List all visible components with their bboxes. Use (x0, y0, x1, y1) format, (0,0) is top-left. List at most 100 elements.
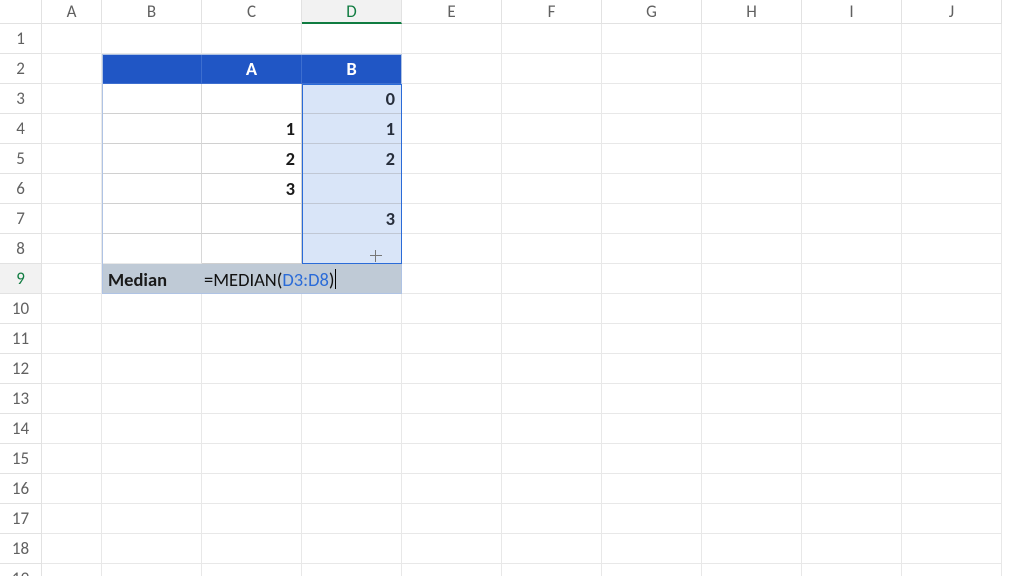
cell-H4[interactable] (702, 114, 802, 144)
row-header-2[interactable]: 2 (0, 54, 42, 84)
cell-F17[interactable] (502, 504, 602, 534)
spreadsheet[interactable]: ABCDEFGHIJ12345678910111213141516171819A… (0, 0, 1024, 576)
cell-J1[interactable] (902, 24, 1002, 54)
cell-J13[interactable] (902, 384, 1002, 414)
cell-A12[interactable] (42, 354, 102, 384)
cell-A11[interactable] (42, 324, 102, 354)
cell-D10[interactable] (302, 294, 402, 324)
cell-D19[interactable] (302, 564, 402, 576)
table-A-6[interactable]: 3 (202, 174, 302, 204)
cell-F8[interactable] (502, 234, 602, 264)
cell-I19[interactable] (802, 564, 902, 576)
cell-E2[interactable] (402, 54, 502, 84)
table-B-3[interactable]: 0 (302, 84, 402, 114)
cell-D12[interactable] (302, 354, 402, 384)
row-header-8[interactable]: 8 (0, 234, 42, 264)
cell-E1[interactable] (402, 24, 502, 54)
cell-G11[interactable] (602, 324, 702, 354)
cell-J14[interactable] (902, 414, 1002, 444)
cell-F7[interactable] (502, 204, 602, 234)
cell-J19[interactable] (902, 564, 1002, 576)
col-header-B[interactable]: B (102, 0, 202, 24)
cell-E4[interactable] (402, 114, 502, 144)
cell-I17[interactable] (802, 504, 902, 534)
table-B-8[interactable] (302, 234, 402, 264)
cell-I11[interactable] (802, 324, 902, 354)
cell-H16[interactable] (702, 474, 802, 504)
cell-J15[interactable] (902, 444, 1002, 474)
cell-H5[interactable] (702, 144, 802, 174)
table-A-7[interactable] (202, 204, 302, 234)
cell-E14[interactable] (402, 414, 502, 444)
cell-C1[interactable] (202, 24, 302, 54)
cell-I16[interactable] (802, 474, 902, 504)
cell-C19[interactable] (202, 564, 302, 576)
cell-A10[interactable] (42, 294, 102, 324)
cell-C11[interactable] (202, 324, 302, 354)
table-B-6[interactable] (302, 174, 402, 204)
cell-A9[interactable] (42, 264, 102, 294)
table-A-3[interactable] (202, 84, 302, 114)
cell-A3[interactable] (42, 84, 102, 114)
cell-J12[interactable] (902, 354, 1002, 384)
cell-H1[interactable] (702, 24, 802, 54)
cell-E6[interactable] (402, 174, 502, 204)
table-B-7[interactable]: 3 (302, 204, 402, 234)
cell-J17[interactable] (902, 504, 1002, 534)
row-header-6[interactable]: 6 (0, 174, 42, 204)
cell-G2[interactable] (602, 54, 702, 84)
cell-B1[interactable] (102, 24, 202, 54)
cell-G5[interactable] (602, 144, 702, 174)
row-header-7[interactable]: 7 (0, 204, 42, 234)
cell-H17[interactable] (702, 504, 802, 534)
cell-A6[interactable] (42, 174, 102, 204)
cell-D1[interactable] (302, 24, 402, 54)
cell-H11[interactable] (702, 324, 802, 354)
cell-F1[interactable] (502, 24, 602, 54)
cell-D14[interactable] (302, 414, 402, 444)
cell-G1[interactable] (602, 24, 702, 54)
cell-F12[interactable] (502, 354, 602, 384)
cell-H3[interactable] (702, 84, 802, 114)
cell-J18[interactable] (902, 534, 1002, 564)
cell-D13[interactable] (302, 384, 402, 414)
cell-F5[interactable] (502, 144, 602, 174)
col-header-G[interactable]: G (602, 0, 702, 24)
cell-F18[interactable] (502, 534, 602, 564)
cell-I15[interactable] (802, 444, 902, 474)
cell-F6[interactable] (502, 174, 602, 204)
cell-A14[interactable] (42, 414, 102, 444)
cell-F11[interactable] (502, 324, 602, 354)
row-header-9[interactable]: 9 (0, 264, 42, 294)
cell-H18[interactable] (702, 534, 802, 564)
cell-J16[interactable] (902, 474, 1002, 504)
cell-E18[interactable] (402, 534, 502, 564)
cell-A5[interactable] (42, 144, 102, 174)
cell-I12[interactable] (802, 354, 902, 384)
cell-B11[interactable] (102, 324, 202, 354)
cell-H13[interactable] (702, 384, 802, 414)
cell-I6[interactable] (802, 174, 902, 204)
cell-I13[interactable] (802, 384, 902, 414)
table-A-4[interactable]: 1 (202, 114, 302, 144)
cell-G13[interactable] (602, 384, 702, 414)
cell-D16[interactable] (302, 474, 402, 504)
cell-G14[interactable] (602, 414, 702, 444)
cell-A19[interactable] (42, 564, 102, 576)
col-header-F[interactable]: F (502, 0, 602, 24)
col-header-J[interactable]: J (902, 0, 1002, 24)
row-header-5[interactable]: 5 (0, 144, 42, 174)
cell-A8[interactable] (42, 234, 102, 264)
cell-B10[interactable] (102, 294, 202, 324)
cell-H9[interactable] (702, 264, 802, 294)
cell-G10[interactable] (602, 294, 702, 324)
cell-D17[interactable] (302, 504, 402, 534)
cell-J7[interactable] (902, 204, 1002, 234)
cell-C15[interactable] (202, 444, 302, 474)
cell-F19[interactable] (502, 564, 602, 576)
cell-C12[interactable] (202, 354, 302, 384)
cell-E11[interactable] (402, 324, 502, 354)
cell-F2[interactable] (502, 54, 602, 84)
cell-F14[interactable] (502, 414, 602, 444)
cell-D11[interactable] (302, 324, 402, 354)
